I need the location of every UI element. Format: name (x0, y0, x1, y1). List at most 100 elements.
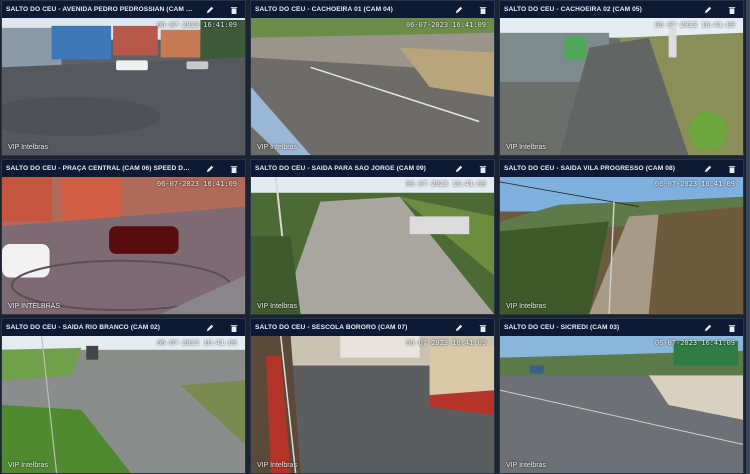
camera-tile-cam02[interactable]: SALTO DO CÉU - SAÍDA RIO BRANCO (CAM 02)… (1, 318, 246, 474)
pencil-icon (455, 6, 463, 13)
camera-tile-cam08[interactable]: SALTO DO CÉU - SAIDA VILA PROGRESSO (CAM… (499, 159, 744, 315)
camera-title: SALTO DO CÉU - SAÍDA RIO BRANCO (CAM 02) (6, 324, 161, 331)
delete-button[interactable] (227, 162, 241, 176)
delete-button[interactable] (227, 3, 241, 17)
camera-feed[interactable]: 06-07-2023 16:41:09 VIP Intelbras (500, 177, 743, 314)
pencil-icon (206, 6, 214, 13)
camera-header: SALTO DO CÉU - SAÍDA RIO BRANCO (CAM 02) (2, 319, 245, 336)
camera-feed[interactable]: 06-07-2023 16:41:09 VIP Intelbras (251, 177, 494, 314)
delete-button[interactable] (725, 321, 739, 335)
trash-icon (230, 6, 238, 14)
camera-header: SALTO DO CÉU - AVENIDA PEDRO PEDROSSIAN … (2, 1, 245, 18)
camera-header: SALTO DO CÉU - SAIDA PARA SÃO JORGE (CAM… (251, 160, 494, 177)
watermark: VIP Intelbras (506, 303, 546, 310)
timestamp: 06-07-2023 16:41:09 (156, 21, 237, 29)
camera-header: SALTO DO CÉU - CACHOEIRA 02 (CAM 05) (500, 1, 743, 18)
camera-feed[interactable]: 06-07-2023 16:41:09 VIP Intelbras (2, 336, 245, 473)
pencil-icon (704, 165, 712, 172)
camera-title: SALTO DO CÉU - PRAÇA CENTRAL (CAM 06) SP… (6, 165, 193, 172)
edit-button[interactable] (203, 3, 217, 17)
camera-image (2, 18, 245, 155)
edit-button[interactable] (701, 321, 715, 335)
delete-button[interactable] (725, 3, 739, 17)
camera-image (2, 177, 245, 314)
trash-icon (230, 165, 238, 173)
camera-tile-cam06[interactable]: SALTO DO CÉU - PRAÇA CENTRAL (CAM 06) SP… (1, 159, 246, 315)
timestamp: 06-07-2023 16:41:09 (405, 180, 486, 188)
camera-feed[interactable]: 06-07-2023 16:41:09 VIP Intelbras (251, 336, 494, 473)
watermark: VIP Intelbras (8, 462, 48, 469)
watermark: VIP Intelbras (257, 144, 297, 151)
camera-title: SALTO DO CÉU - SICREDI (CAM 03) (504, 324, 620, 331)
camera-feed[interactable]: 06-07-2023 16:41:09 VIP Intelbras (500, 336, 743, 473)
camera-header: SALTO DO CÉU - CACHOEIRA 01 (CAM 04) (251, 1, 494, 18)
watermark: VIP INTELBRAS (8, 303, 61, 310)
camera-image (251, 336, 494, 473)
edit-button[interactable] (452, 162, 466, 176)
vertical-scrollbar[interactable] (746, 0, 750, 474)
trash-icon (728, 165, 736, 173)
camera-tile-cam03[interactable]: SALTO DO CÉU - SICREDI (CAM 03) 06-07-20… (499, 318, 744, 474)
camera-tile-cam09[interactable]: SALTO DO CÉU - SAIDA PARA SÃO JORGE (CAM… (250, 159, 495, 315)
trash-icon (728, 324, 736, 332)
trash-icon (728, 6, 736, 14)
camera-feed[interactable]: 06-07-2023 16:41:09 VIP Intelbras (251, 18, 494, 155)
camera-title: SALTO DO CÉU - SESCOLA BORORO (CAM 07) (255, 324, 408, 331)
watermark: VIP Intelbras (257, 462, 297, 469)
trash-icon (479, 6, 487, 14)
pencil-icon (206, 165, 214, 172)
camera-feed[interactable]: 06-07-2023 16:41:09 VIP INTELBRAS (2, 177, 245, 314)
camera-image (2, 336, 245, 473)
watermark: VIP Intelbras (506, 144, 546, 151)
timestamp: 06-07-2023 16:41:09 (405, 21, 486, 29)
timestamp: 06-07-2023 16:41:09 (654, 21, 735, 29)
camera-header: SALTO DO CÉU - PRAÇA CENTRAL (CAM 06) SP… (2, 160, 245, 177)
trash-icon (479, 165, 487, 173)
edit-button[interactable] (701, 162, 715, 176)
timestamp: 06-07-2023 16:41:09 (156, 339, 237, 347)
pencil-icon (704, 6, 712, 13)
timestamp: 06-07-2023 16:41:09 (156, 180, 237, 188)
timestamp: 06-07-2023 16:41:09 (654, 180, 735, 188)
camera-image (500, 177, 743, 314)
watermark: VIP Intelbras (257, 303, 297, 310)
camera-feed[interactable]: 06-07-2023 16:41:09 VIP Intelbras (500, 18, 743, 155)
edit-button[interactable] (203, 162, 217, 176)
camera-image (500, 336, 743, 473)
camera-image (500, 18, 743, 155)
delete-button[interactable] (227, 321, 241, 335)
camera-tile-cam07[interactable]: SALTO DO CÉU - SESCOLA BORORO (CAM 07) 0… (250, 318, 495, 474)
edit-button[interactable] (203, 321, 217, 335)
watermark: VIP Intelbras (506, 462, 546, 469)
delete-button[interactable] (476, 162, 490, 176)
camera-title: SALTO DO CÉU - SAIDA PARA SÃO JORGE (CAM… (255, 165, 426, 172)
camera-grid: SALTO DO CÉU - AVENIDA PEDRO PEDROSSIAN … (0, 0, 746, 474)
trash-icon (230, 324, 238, 332)
camera-header: SALTO DO CÉU - SICREDI (CAM 03) (500, 319, 743, 336)
edit-button[interactable] (452, 3, 466, 17)
camera-tile-cam01[interactable]: SALTO DO CÉU - AVENIDA PEDRO PEDROSSIAN … (1, 0, 246, 156)
edit-button[interactable] (452, 321, 466, 335)
watermark: VIP Intelbras (8, 144, 48, 151)
delete-button[interactable] (725, 162, 739, 176)
camera-header: SALTO DO CÉU - SAIDA VILA PROGRESSO (CAM… (500, 160, 743, 177)
camera-tile-cam04[interactable]: SALTO DO CÉU - CACHOEIRA 01 (CAM 04) 06-… (250, 0, 495, 156)
camera-title: SALTO DO CÉU - SAIDA VILA PROGRESSO (CAM… (504, 165, 676, 172)
scrollbar-thumb[interactable] (746, 0, 750, 474)
trash-icon (479, 324, 487, 332)
edit-button[interactable] (701, 3, 715, 17)
delete-button[interactable] (476, 321, 490, 335)
camera-image (251, 177, 494, 314)
camera-title: SALTO DO CÉU - AVENIDA PEDRO PEDROSSIAN … (6, 6, 193, 13)
delete-button[interactable] (476, 3, 490, 17)
camera-title: SALTO DO CÉU - CACHOEIRA 01 (CAM 04) (255, 6, 393, 13)
timestamp: 06-07-2023 16:41:09 (405, 339, 486, 347)
pencil-icon (455, 165, 463, 172)
pencil-icon (455, 324, 463, 331)
camera-tile-cam05[interactable]: SALTO DO CÉU - CACHOEIRA 02 (CAM 05) 06-… (499, 0, 744, 156)
timestamp: 06-07-2023 16:41:09 (654, 339, 735, 347)
camera-header: SALTO DO CÉU - SESCOLA BORORO (CAM 07) (251, 319, 494, 336)
camera-feed[interactable]: 06-07-2023 16:41:09 VIP Intelbras (2, 18, 245, 155)
pencil-icon (206, 324, 214, 331)
pencil-icon (704, 324, 712, 331)
